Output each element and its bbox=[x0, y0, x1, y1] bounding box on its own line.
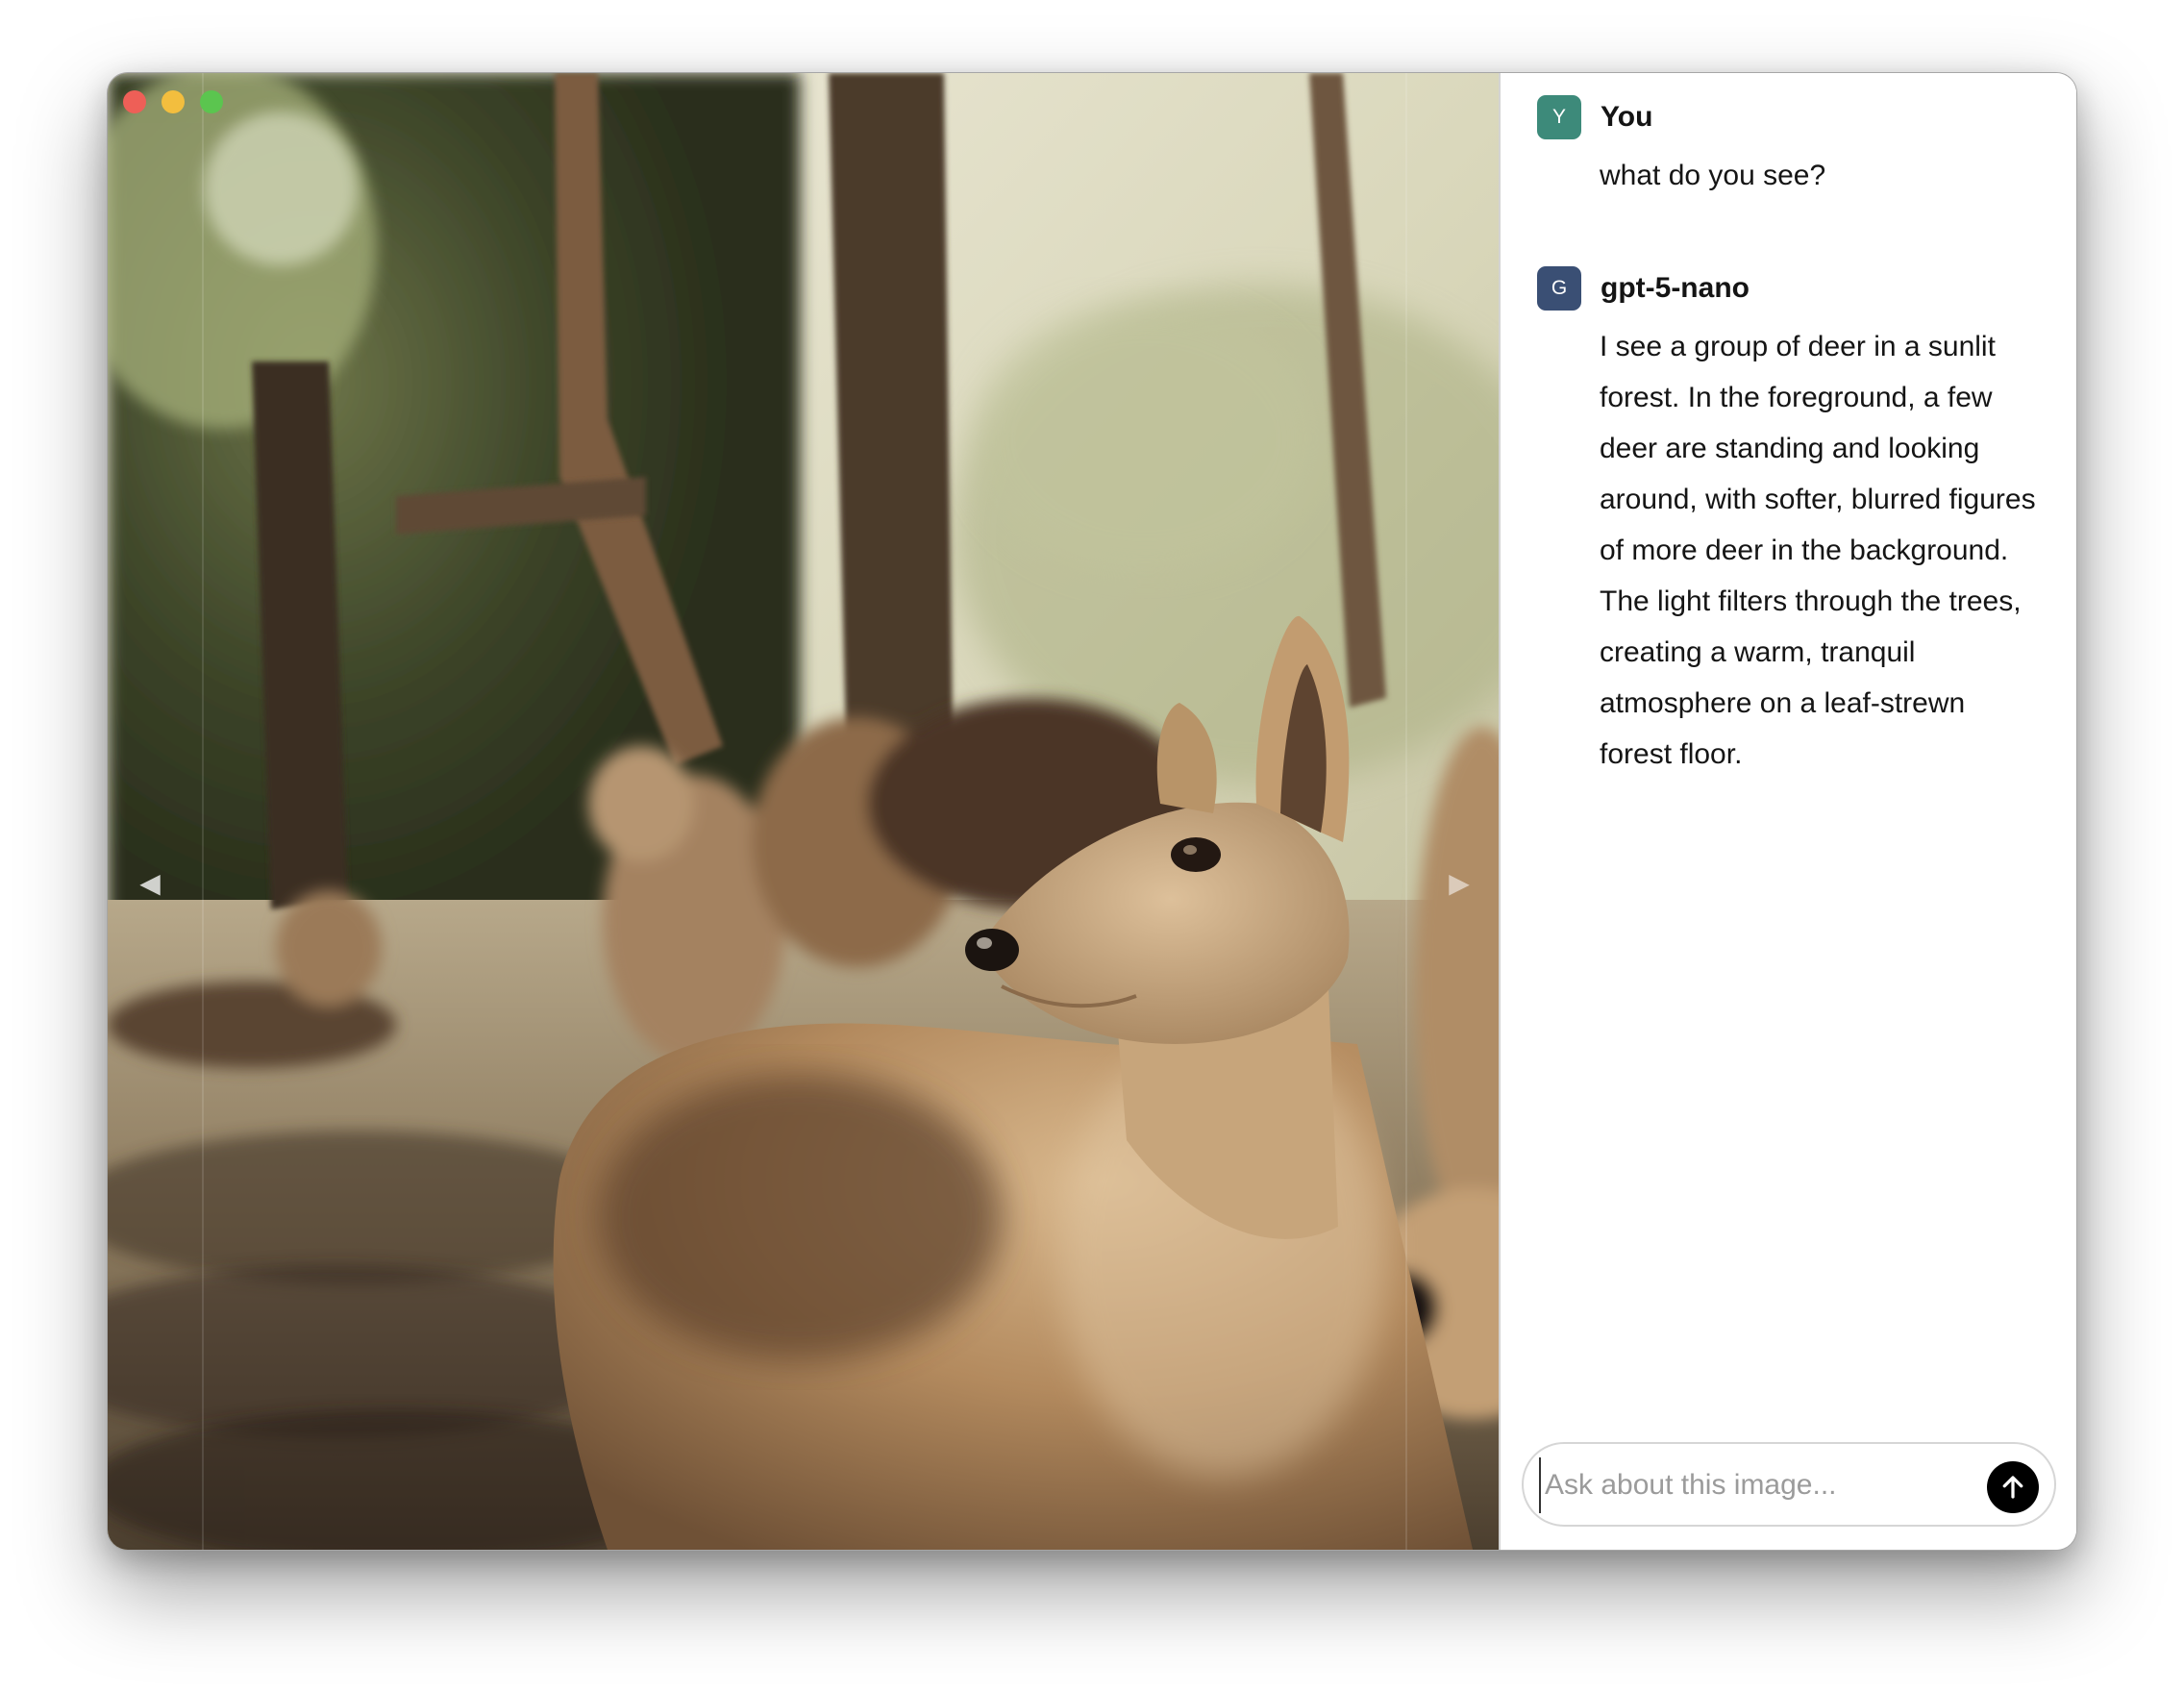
message-text: I see a group of deer in a sunlit forest… bbox=[1600, 331, 2036, 770]
avatar: Y bbox=[1537, 95, 1581, 139]
chat-message-user: Y You what do you see? bbox=[1537, 94, 2038, 201]
chevron-right-icon: ▶ bbox=[1449, 866, 1470, 899]
avatar-letter: G bbox=[1551, 277, 1568, 299]
message-header: Y You bbox=[1537, 94, 2038, 140]
ask-input[interactable] bbox=[1539, 1457, 1998, 1513]
chat-panel: Y You what do you see? G gpt-5-nano I se… bbox=[1499, 73, 2076, 1550]
arrow-up-icon bbox=[2002, 1476, 2023, 1499]
sender-name: gpt-5-nano bbox=[1601, 272, 1750, 304]
next-image-button[interactable]: ▶ bbox=[1440, 859, 1478, 906]
avatar-letter: Y bbox=[1551, 106, 1566, 128]
chat-message-assistant: G gpt-5-nano I see a group of deer in a … bbox=[1537, 265, 2038, 780]
app-window: ◀ ▶ Y You what do you see? G gpt-5-nano bbox=[107, 72, 2077, 1551]
avatar: G bbox=[1537, 266, 1581, 311]
close-window-button[interactable] bbox=[123, 90, 146, 113]
previous-image-button[interactable]: ◀ bbox=[131, 859, 169, 906]
chevron-left-icon: ◀ bbox=[139, 866, 161, 899]
viewer-left-edge bbox=[202, 73, 204, 1550]
minimize-window-button[interactable] bbox=[161, 90, 185, 113]
message-header: G gpt-5-nano bbox=[1537, 265, 2038, 311]
image-viewer: ◀ ▶ bbox=[108, 73, 1499, 1550]
window-controls bbox=[123, 90, 223, 113]
message-composer bbox=[1522, 1442, 2056, 1527]
zoom-window-button[interactable] bbox=[200, 90, 223, 113]
viewer-right-edge bbox=[1405, 73, 1407, 1550]
send-button[interactable] bbox=[1987, 1461, 2039, 1513]
sender-name: You bbox=[1601, 101, 1653, 133]
deer-photo bbox=[108, 73, 1499, 1550]
message-text: what do you see? bbox=[1600, 160, 1826, 191]
